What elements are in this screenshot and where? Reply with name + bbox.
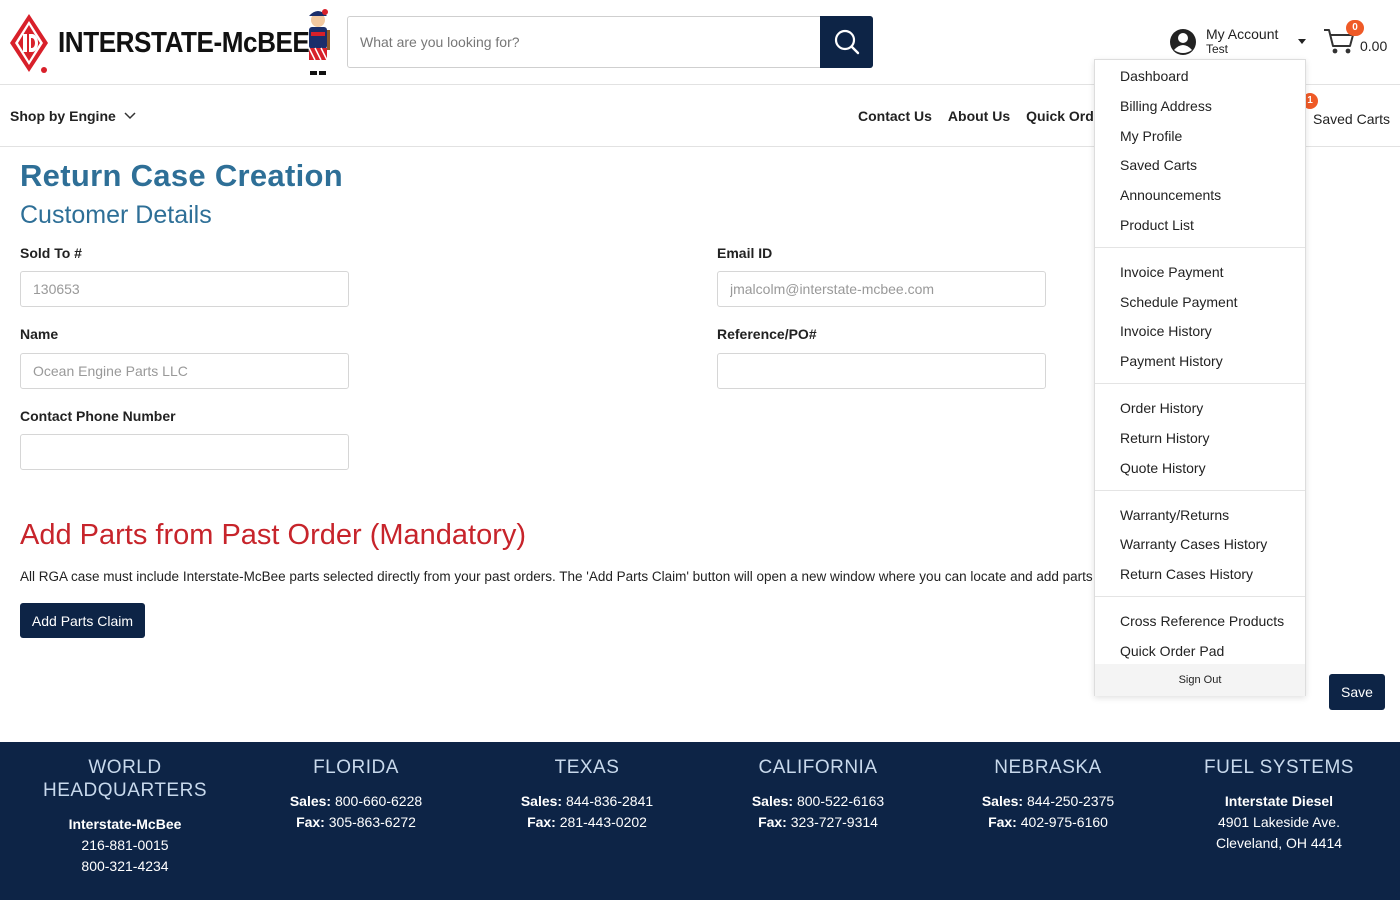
footer-heading: WORLD HEADQUARTERS (42, 757, 207, 801)
account-username: Test (1206, 42, 1229, 56)
search-input[interactable] (348, 17, 820, 67)
shop-by-engine-menu[interactable]: Shop by Engine (10, 108, 136, 124)
reference-po-field[interactable] (717, 353, 1046, 389)
footer-address: Cleveland, OH 4414 (1215, 835, 1343, 851)
footer-fax: Fax: 281-443-0202 (527, 814, 647, 830)
sold-to-label: Sold To # (20, 245, 82, 261)
footer-line: Interstate-McBee (68, 816, 182, 832)
footer-address: 4901 Lakeside Ave. (1218, 814, 1340, 830)
add-parts-heading: Add Parts from Past Order (Mandatory) (20, 519, 527, 551)
footer-col-california: CALIFORNIA Sales: 800-522-6163 Fax: 323-… (698, 756, 938, 833)
caret-down-icon[interactable] (1298, 39, 1306, 44)
menu-divider (1095, 596, 1305, 597)
sign-out-button[interactable]: Sign Out (1095, 664, 1305, 696)
cart-total: 0.00 (1360, 38, 1388, 54)
contact-phone-field[interactable] (20, 434, 349, 470)
nav-contact-us[interactable]: Contact Us (858, 108, 932, 124)
menu-item-return-history[interactable]: Return History (1120, 430, 1209, 446)
search-button[interactable] (820, 16, 873, 68)
footer-fax: Fax: 323-727-9314 (758, 814, 878, 830)
footer-col-texas: TEXAS Sales: 844-836-2841 Fax: 281-443-0… (467, 756, 707, 833)
add-parts-claim-button[interactable]: Add Parts Claim (20, 603, 145, 638)
footer-heading: FUEL SYSTEMS (1204, 757, 1354, 778)
menu-divider (1095, 490, 1305, 491)
footer-col-fuel-systems: FUEL SYSTEMS Interstate Diesel 4901 Lake… (1159, 756, 1399, 854)
footer-phone[interactable]: 800-321-4234 (5, 856, 245, 877)
menu-item-payment-history[interactable]: Payment History (1120, 353, 1223, 369)
email-field[interactable] (717, 271, 1046, 307)
menu-item-invoice-history[interactable]: Invoice History (1120, 323, 1212, 339)
footer-sales[interactable]: Sales: 844-836-2841 (467, 791, 707, 812)
user-avatar-icon (1170, 29, 1196, 55)
footer-fax: Fax: 305-863-6272 (296, 814, 416, 830)
menu-item-my-profile[interactable]: My Profile (1120, 128, 1182, 144)
nav-links: Contact Us About Us Quick Order (858, 108, 1123, 124)
my-account-button[interactable]: My Account Test (1168, 24, 1278, 60)
site-footer: WORLD HEADQUARTERS Interstate-McBee 216-8… (0, 742, 1400, 900)
search-bar (347, 16, 873, 68)
save-button[interactable]: Save (1329, 674, 1385, 710)
menu-item-order-history[interactable]: Order History (1120, 400, 1203, 416)
menu-item-product-list[interactable]: Product List (1120, 217, 1194, 233)
menu-item-quote-history[interactable]: Quote History (1120, 460, 1206, 476)
footer-col-world-hq: WORLD HEADQUARTERS Interstate-McBee 216-8… (5, 756, 245, 877)
menu-item-quick-order-pad[interactable]: Quick Order Pad (1120, 643, 1224, 659)
sold-to-field[interactable] (20, 271, 349, 307)
contact-phone-label: Contact Phone Number (20, 408, 176, 424)
customer-details-heading: Customer Details (20, 201, 212, 229)
brand-logo[interactable]: INTERSTATE-McBEE (8, 8, 338, 78)
reference-po-label: Reference/PO# (717, 326, 817, 342)
menu-item-saved-carts[interactable]: Saved Carts (1120, 157, 1197, 173)
menu-divider (1095, 383, 1305, 384)
menu-item-return-cases-history[interactable]: Return Cases History (1120, 566, 1253, 582)
footer-heading: CALIFORNIA (758, 757, 878, 778)
menu-item-warranty-cases-history[interactable]: Warranty Cases History (1120, 536, 1267, 552)
menu-item-announcements[interactable]: Announcements (1120, 187, 1221, 203)
footer-sales[interactable]: Sales: 800-522-6163 (698, 791, 938, 812)
footer-col-florida: FLORIDA Sales: 800-660-6228 Fax: 305-863… (236, 756, 476, 833)
account-title: My Account (1206, 26, 1279, 42)
nav-about-us[interactable]: About Us (948, 108, 1010, 124)
account-label: My Account Test (1206, 27, 1278, 57)
footer-line: Interstate Diesel (1224, 793, 1334, 809)
menu-item-warranty-returns[interactable]: Warranty/Returns (1120, 507, 1229, 523)
saved-carts-link[interactable]: Saved Carts (1313, 111, 1390, 127)
menu-item-invoice-payment[interactable]: Invoice Payment (1120, 264, 1224, 280)
footer-col-nebraska: NEBRASKA Sales: 844-250-2375 Fax: 402-97… (928, 756, 1168, 833)
footer-fax: Fax: 402-975-6160 (988, 814, 1108, 830)
account-dropdown-menu: Dashboard Billing Address My Profile Sav… (1094, 59, 1306, 696)
footer-heading: NEBRASKA (994, 757, 1102, 778)
add-parts-description: All RGA case must include Interstate-McB… (20, 569, 1100, 584)
menu-item-dashboard[interactable]: Dashboard (1120, 68, 1189, 84)
page-title: Return Case Creation (20, 158, 343, 193)
diamond-logo-icon (10, 14, 48, 73)
footer-sales[interactable]: Sales: 844-250-2375 (928, 791, 1168, 812)
menu-divider (1095, 247, 1305, 248)
menu-item-billing-address[interactable]: Billing Address (1120, 98, 1212, 114)
footer-heading: TEXAS (554, 757, 620, 778)
mascot-icon (308, 9, 330, 75)
name-label: Name (20, 326, 59, 342)
name-field[interactable] (20, 353, 349, 389)
search-icon (834, 29, 859, 55)
brand-name: INTERSTATE-McBEE (58, 26, 310, 59)
cart-count-badge: 0 (1346, 20, 1364, 36)
chevron-down-icon (124, 112, 136, 120)
menu-item-schedule-payment[interactable]: Schedule Payment (1120, 294, 1238, 310)
footer-phone[interactable]: 216-881-0015 (5, 835, 245, 856)
footer-heading: FLORIDA (313, 757, 399, 778)
shop-by-engine-label: Shop by Engine (10, 108, 116, 124)
footer-sales[interactable]: Sales: 800-660-6228 (236, 791, 476, 812)
email-label: Email ID (717, 245, 773, 261)
menu-item-cross-reference-products[interactable]: Cross Reference Products (1120, 613, 1284, 629)
